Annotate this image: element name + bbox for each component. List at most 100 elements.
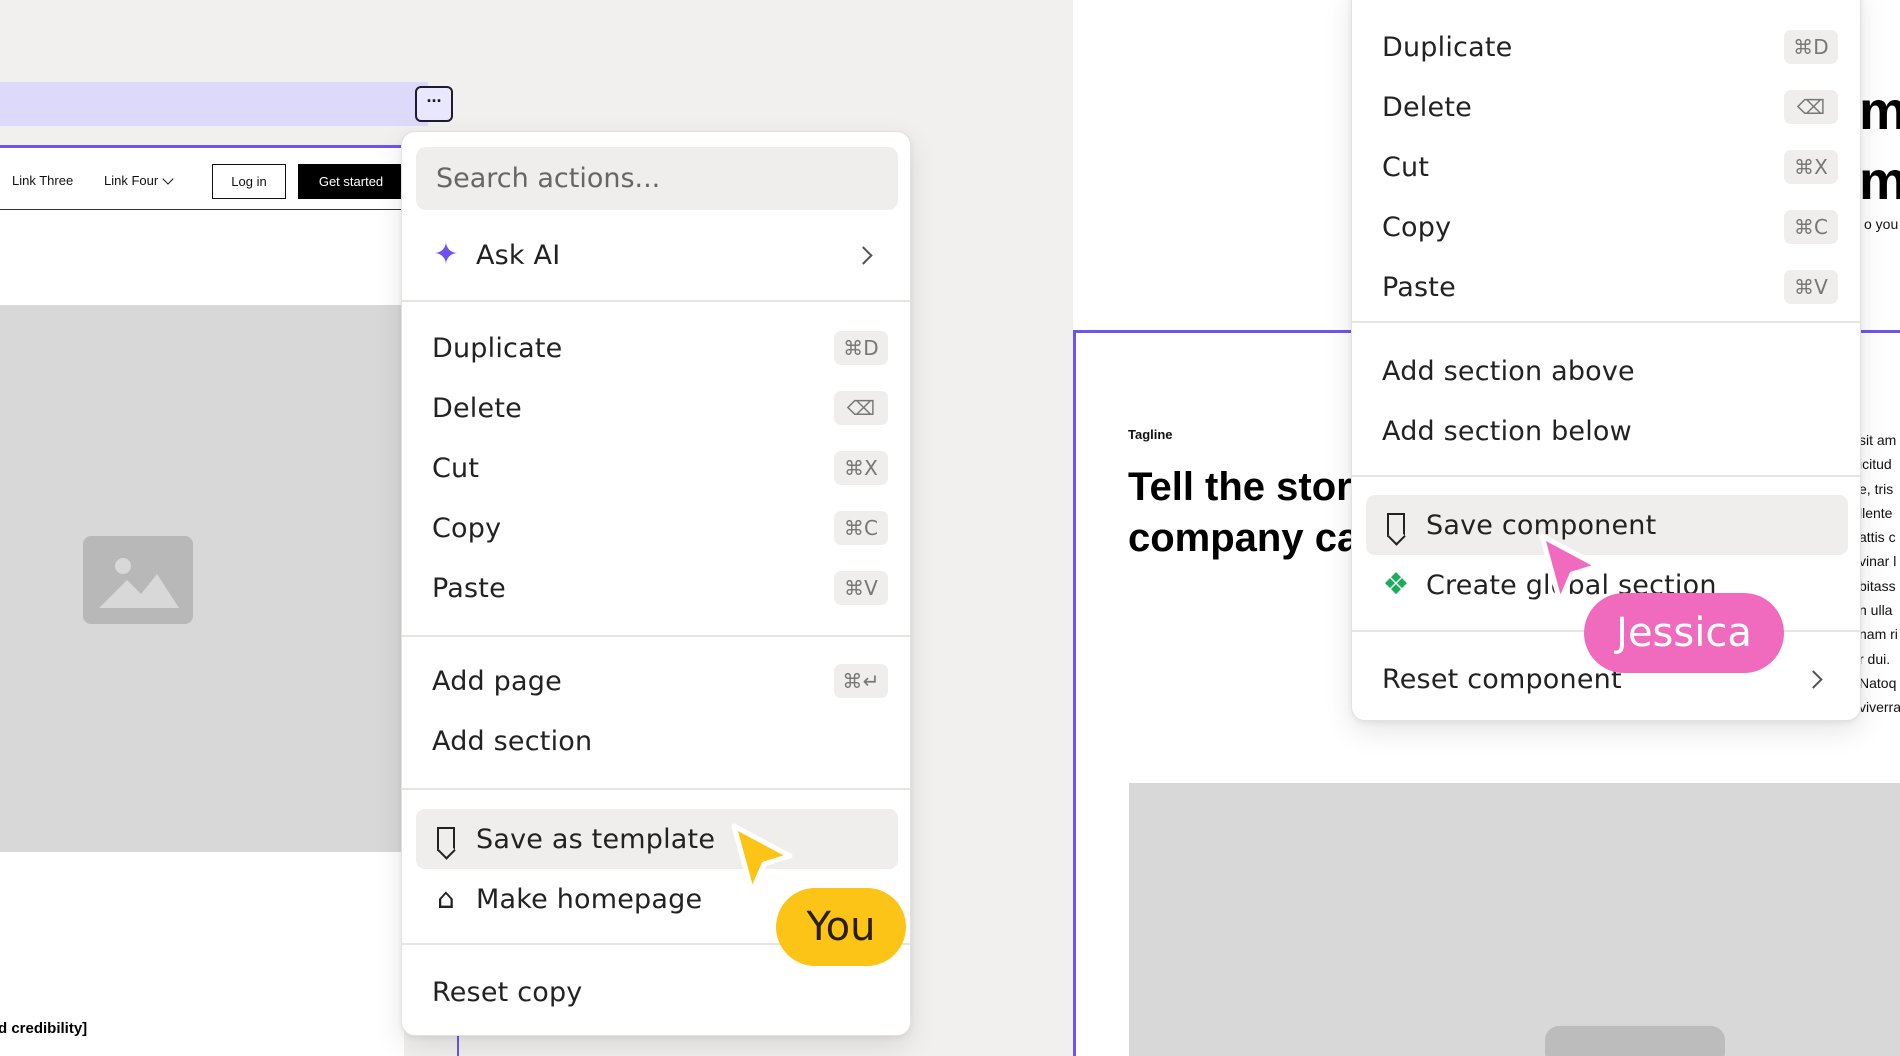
shortcut-badge: ⌘↵ [834, 664, 888, 698]
menu-item-label: Add section below [1382, 415, 1632, 447]
side-paragraph: sit am icitud e, tris llente attis c vin… [1859, 428, 1900, 720]
chevron-right-icon [1804, 669, 1823, 689]
paragraph-line: bitass [1859, 577, 1896, 594]
heading-line: mp [1859, 81, 1900, 141]
menu-item-delete[interactable]: Delete ⌫ [1352, 77, 1860, 137]
menu-item-add-section-below[interactable]: Add section below [1352, 401, 1860, 461]
paragraph-line: sit am [1859, 432, 1897, 448]
menu-item-reset-copy[interactable]: Reset copy [402, 962, 910, 1022]
section-heading: Tell the stor company ca [1128, 462, 1368, 564]
shortcut-badge: ⌘C [1784, 210, 1838, 244]
menu-item-label: Copy [432, 512, 502, 544]
collaborator-tag-jessica: Jessica [1584, 593, 1784, 673]
image-placeholder-icon [83, 536, 193, 624]
section-image-placeholder [1129, 783, 1900, 1056]
shortcut-badge: ⌘D [1784, 30, 1838, 64]
menu-item-label: Copy [1382, 211, 1452, 243]
divider [402, 300, 910, 302]
bookmark-icon [432, 824, 460, 854]
menu-item-label: Make homepage [476, 883, 703, 915]
heading-line: Tell the stor [1128, 465, 1352, 509]
menu-item-copy[interactable]: Copy ⌘C [1352, 197, 1860, 257]
home-icon: ⌂ [437, 882, 455, 915]
nav-link-three[interactable]: Link Three [12, 173, 73, 188]
chevron-right-icon [854, 245, 873, 265]
menu-item-paste[interactable]: Paste ⌘V [1352, 257, 1860, 317]
get-started-button[interactable]: Get started [298, 164, 404, 199]
footer-text: d credibility] [0, 1020, 88, 1037]
shortcut-badge: ⌫ [1784, 90, 1838, 124]
divider [1352, 321, 1860, 323]
paragraph-line: nam ri [1859, 626, 1898, 643]
menu-item-label: Save as template [476, 823, 716, 855]
menu-item-save-as-template[interactable]: Save as template [402, 809, 910, 869]
menu-item-add-section[interactable]: Add section [402, 711, 910, 771]
menu-item-label: Delete [432, 392, 522, 424]
shortcut-badge: ⌘D [834, 331, 888, 365]
paragraph-line: icitud [1859, 456, 1892, 473]
menu-item-label: Add section [432, 725, 593, 757]
menu-item-label: Reset component [1382, 663, 1622, 695]
menu-item-delete[interactable]: Delete ⌫ [402, 378, 910, 438]
sparkle-icon: ✦ [433, 237, 459, 272]
menu-item-duplicate[interactable]: Duplicate ⌘D [1352, 17, 1860, 77]
menu-item-add-section-above[interactable]: Add section above [1352, 341, 1860, 401]
menu-item-label: Duplicate [1382, 31, 1513, 63]
menu-item-label: Cut [432, 452, 480, 484]
shortcut-badge: ⌘X [834, 451, 888, 485]
menu-item-copy[interactable]: Copy ⌘C [402, 498, 910, 558]
menu-item-label: Paste [432, 572, 506, 604]
shortcut-badge: ⌘C [834, 511, 888, 545]
menu-item-label: Delete [1382, 91, 1472, 123]
menu-item-duplicate[interactable]: Duplicate ⌘D [402, 318, 910, 378]
nav-link-four-label: Link Four [104, 173, 159, 188]
menu-item-label: Ask AI [476, 239, 561, 271]
menu-item-add-page[interactable]: Add page ⌘↵ [402, 651, 910, 711]
bookmark-icon [1382, 510, 1410, 540]
menu-item-label: Reset copy [432, 976, 583, 1008]
menu-item-ask-ai[interactable]: ✦ Ask AI [402, 225, 910, 285]
shortcut-badge: ⌘X [1784, 150, 1838, 184]
site-preview: Link Three Link Four Log in Get started … [0, 145, 404, 1056]
menu-item-label: Cut [1382, 151, 1430, 183]
cursor-icon [731, 823, 793, 895]
hero-image-placeholder [0, 305, 404, 852]
menu-item-cut[interactable]: Cut ⌘X [1352, 137, 1860, 197]
menu-item-label: Duplicate [432, 332, 563, 364]
paragraph-line: viverra [1859, 699, 1900, 716]
menu-item-cut[interactable]: Cut ⌘X [402, 438, 910, 498]
heading-line: company ca [1128, 516, 1360, 560]
shortcut-badge: ⌫ [834, 391, 888, 425]
menu-item-label: Add section above [1382, 355, 1635, 387]
menu-item-label: Add page [432, 665, 562, 697]
shortcut-badge: ⌘V [1784, 270, 1838, 304]
divider [402, 635, 910, 637]
menu-item-label: Paste [1382, 271, 1456, 303]
body-text-fragment: o you [1864, 216, 1899, 232]
divider [402, 788, 910, 790]
paragraph-line: Natoq [1859, 674, 1897, 691]
section-tagline: Tagline [1128, 427, 1173, 442]
selection-bar[interactable] [0, 82, 428, 126]
section-heading-large: mp me [1859, 76, 1900, 216]
menu-item-save-component[interactable]: Save component [1352, 495, 1860, 555]
selection-outline-vertical [457, 1034, 459, 1056]
image-placeholder-icon [1545, 1026, 1725, 1056]
heading-line: me [1859, 151, 1900, 211]
menu-item-paste[interactable]: Paste ⌘V [402, 558, 910, 618]
paragraph-line: e, tris [1859, 480, 1894, 497]
paragraph-line: r dui. [1859, 650, 1891, 667]
paragraph-line: llente [1859, 504, 1893, 521]
paragraph-line: n ulla [1859, 602, 1893, 619]
login-button[interactable]: Log in [212, 164, 286, 199]
search-actions-input[interactable] [416, 147, 898, 210]
site-navbar: Link Three Link Four Log in Get started [0, 148, 404, 210]
nav-link-four[interactable]: Link Four [104, 172, 174, 188]
collaborator-tag-you: You [776, 888, 906, 966]
more-icon[interactable]: ··· [415, 86, 453, 122]
divider [1352, 475, 1860, 477]
paragraph-line: attis c [1859, 529, 1896, 546]
cursor-icon [1539, 533, 1601, 605]
shortcut-badge: ⌘V [834, 571, 888, 605]
paragraph-line: vinar l [1859, 553, 1897, 570]
